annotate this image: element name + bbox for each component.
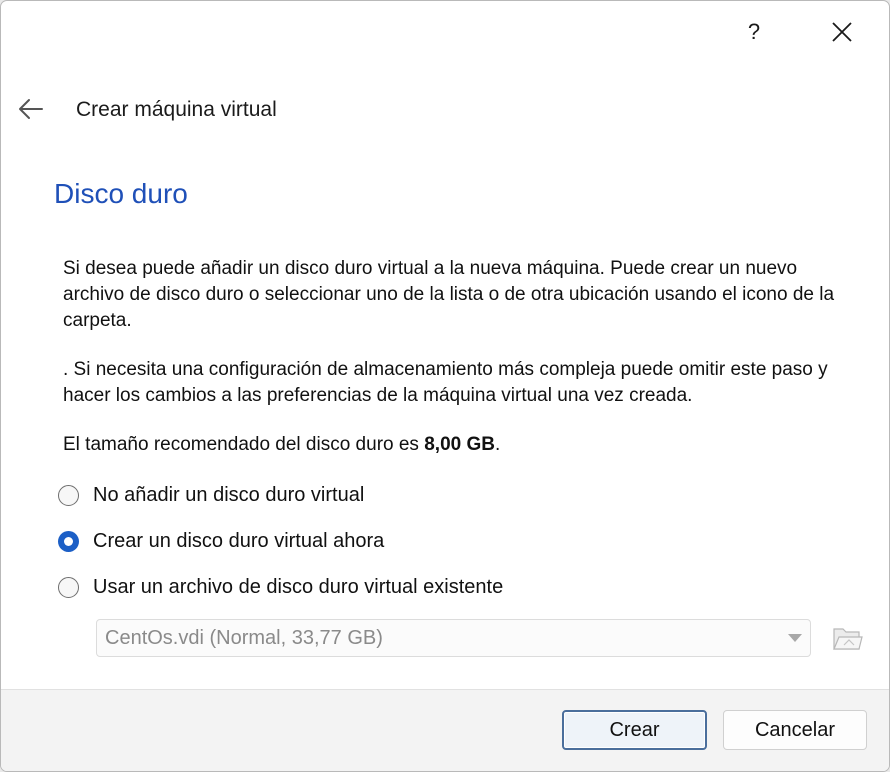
back-button[interactable] (13, 93, 49, 125)
close-icon (832, 22, 852, 42)
advanced-note-paragraph: . Si necesita una configuración de almac… (63, 359, 828, 406)
chevron-down-icon (788, 634, 802, 642)
wizard-title: Crear máquina virtual (76, 98, 277, 121)
button-bar: Crear Cancelar (1, 689, 889, 771)
radio-create-disk[interactable]: Crear un disco duro virtual ahora (58, 526, 384, 556)
recommended-size-value: 8,00 GB (424, 434, 495, 455)
radio-button-checked-icon[interactable] (58, 530, 79, 552)
existing-disk-select-value: CentOs.vdi (Normal, 33,77 GB) (105, 627, 383, 649)
description-paragraph: Si desea puede añadir un disco duro virt… (63, 258, 835, 331)
title-bar: ? (1, 1, 889, 63)
radio-label: Usar un archivo de disco duro virtual ex… (93, 575, 504, 598)
recommended-size-text: El tamaño recomendado del disco duro es … (63, 432, 853, 458)
radio-existing-disk[interactable]: Usar un archivo de disco duro virtual ex… (58, 572, 503, 602)
cancel-button[interactable]: Cancelar (723, 710, 867, 750)
create-button[interactable]: Crear (562, 710, 707, 750)
question-mark-icon: ? (747, 19, 761, 44)
dialog-window: ? Crear máquina virtual Disco duro Si de… (0, 0, 890, 772)
existing-disk-select[interactable]: CentOs.vdi (Normal, 33,77 GB) (96, 619, 811, 657)
recommended-size-suffix: . (494, 434, 501, 455)
page-title: Disco duro (54, 178, 188, 209)
radio-button-icon[interactable] (58, 484, 79, 506)
radio-label: Crear un disco duro virtual ahora (93, 529, 385, 552)
radio-no-disk[interactable]: No añadir un disco duro virtual (58, 480, 364, 510)
recommended-size-prefix: El tamaño recomendado del disco duro es (63, 434, 425, 455)
help-button[interactable]: ? (731, 9, 777, 55)
wizard-header: Crear máquina virtual (1, 87, 889, 133)
arrow-left-icon (19, 99, 43, 119)
radio-label: No añadir un disco duro virtual (93, 483, 365, 506)
folder-open-icon (833, 628, 863, 650)
radio-button-icon[interactable] (58, 576, 79, 598)
choose-disk-file-button[interactable] (829, 621, 865, 655)
close-button[interactable] (819, 9, 865, 55)
